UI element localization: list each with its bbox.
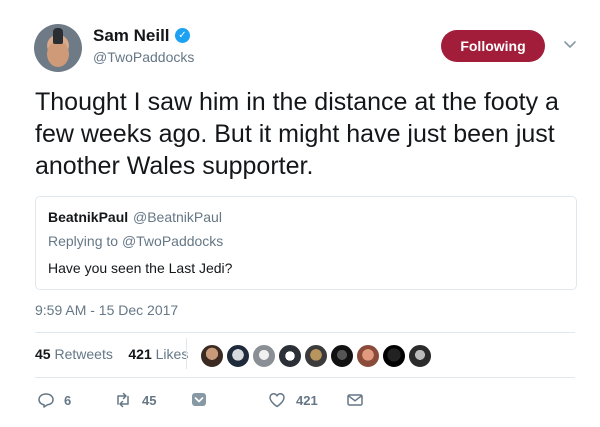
liker-avatar[interactable] [278,344,302,368]
replying-to-handle[interactable]: @TwoPaddocks [122,233,223,249]
avatar-face [47,41,69,67]
author-handle[interactable]: @TwoPaddocks [93,49,194,66]
retweet-icon[interactable] [114,391,132,409]
retweets-count: 45 [35,346,51,362]
liker-avatar[interactable] [226,344,250,368]
liker-avatar[interactable] [304,344,328,368]
engagement-stats: 45 Retweets 421 Likes [35,346,188,362]
avatar-hat [53,28,63,44]
like-icon[interactable] [268,391,286,409]
quoted-tweet-text: Have you seen the Last Jedi? [48,260,233,276]
like-count: 421 [296,393,318,408]
likes-label: Likes [155,346,189,362]
retweet-count: 45 [142,393,157,408]
replying-prefix: Replying to [48,233,119,249]
save-icon[interactable] [190,391,208,409]
replying-to-line: Replying to @TwoPaddocks [48,233,223,249]
tweet-text: Thought I saw him in the distance at the… [35,88,559,180]
likes-stat[interactable]: 421 Likes [128,346,188,362]
quoted-tweet[interactable]: BeatnikPaul @BeatnikPaul Replying to @Tw… [35,196,577,290]
liker-avatar[interactable] [382,344,406,368]
retweets-label: Retweets [54,346,113,362]
divider-bottom [35,377,575,378]
reply-icon[interactable] [37,391,55,409]
liker-avatar[interactable] [252,344,276,368]
author-name[interactable]: Sam Neill [93,26,170,46]
liker-avatar[interactable] [356,344,380,368]
reply-count: 6 [64,393,72,408]
verified-badge-icon: ✓ [175,28,190,43]
liker-avatar[interactable] [330,344,354,368]
author-avatar[interactable] [34,24,82,72]
following-button[interactable]: Following [441,30,545,62]
divider-top [35,332,575,333]
liker-avatar[interactable] [200,344,224,368]
quoted-author-handle: @BeatnikPaul [133,209,222,225]
chevron-down-icon[interactable] [563,37,577,51]
quoted-author-name: BeatnikPaul [48,209,129,225]
message-icon[interactable] [346,391,364,409]
liker-avatar[interactable] [408,344,432,368]
tweet-timestamp[interactable]: 9:59 AM - 15 Dec 2017 [35,302,178,318]
likes-count: 421 [128,346,152,362]
retweets-stat[interactable]: 45 Retweets [35,346,113,362]
stats-separator [186,338,187,369]
